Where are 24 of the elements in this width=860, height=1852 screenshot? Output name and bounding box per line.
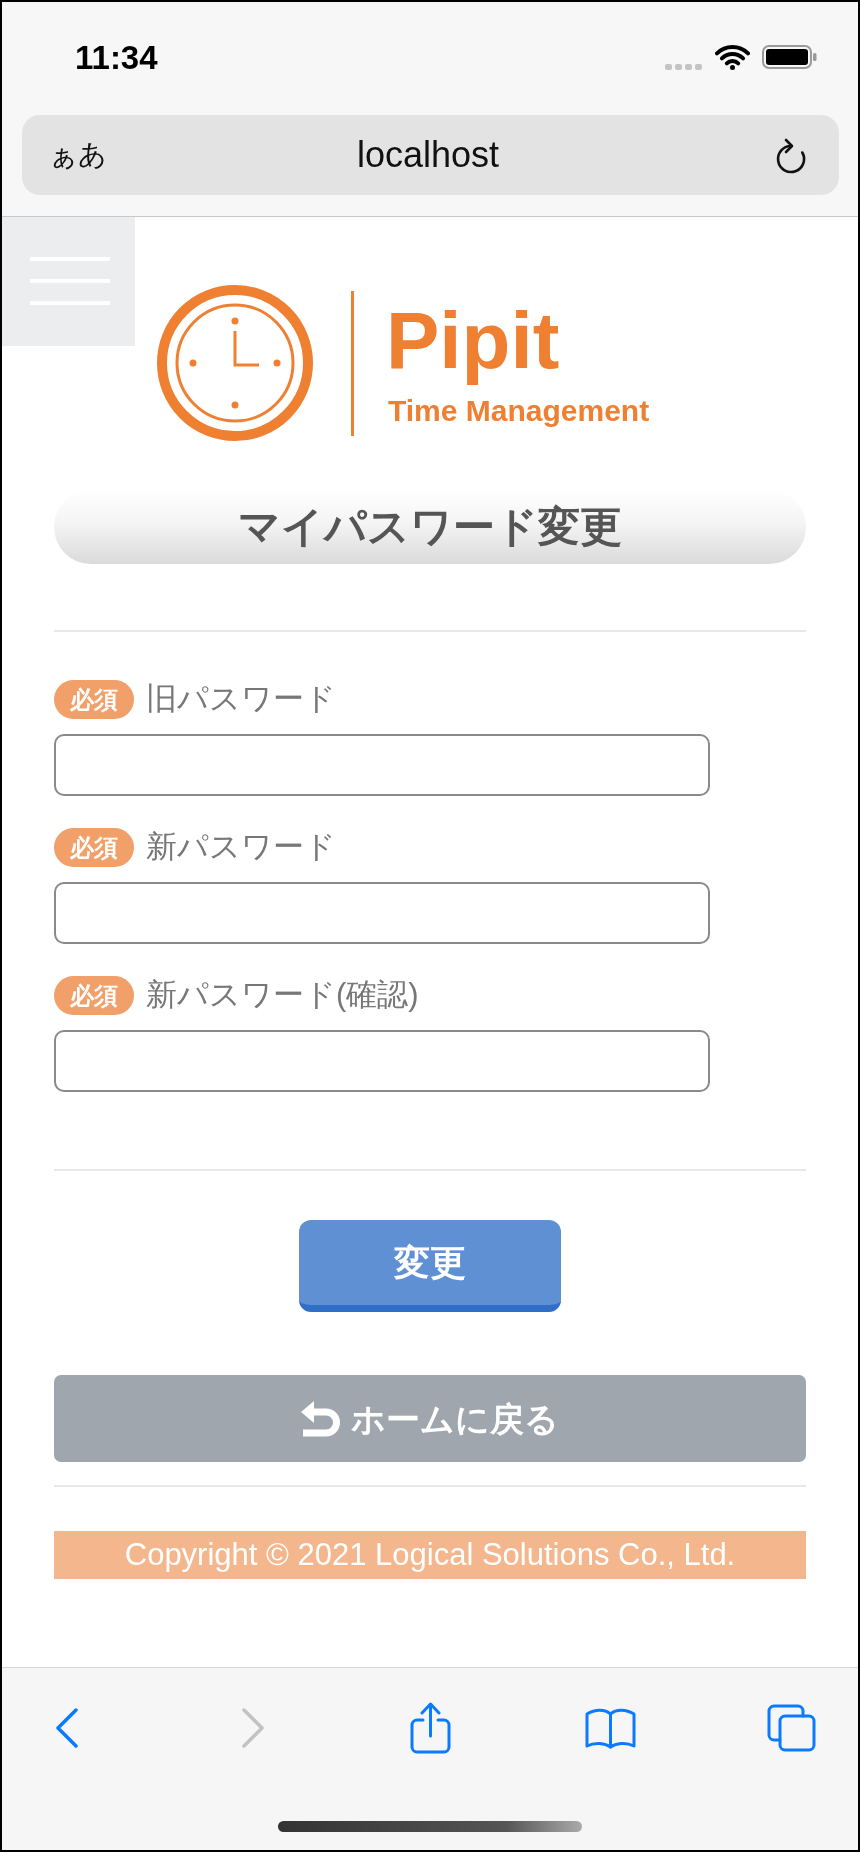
status-time: 11:34 <box>75 40 158 74</box>
field-label: 新パスワード(確認) <box>146 978 419 1013</box>
required-badge: 必須 <box>54 828 134 867</box>
open-book-icon[interactable] <box>585 1707 636 1749</box>
address-bar[interactable]: ぁあ localhost <box>22 115 839 195</box>
copyright-bar: Copyright © 2021 Logical Solutions Co., Ltd. <box>54 1531 806 1579</box>
field-label: 新パスワード <box>146 830 336 865</box>
battery-icon <box>762 45 817 69</box>
password-field[interactable] <box>54 734 710 796</box>
logo-tagline: Time Management <box>388 395 650 426</box>
share-icon[interactable] <box>410 1702 451 1754</box>
back-chevron-icon[interactable] <box>56 1708 78 1748</box>
clock-logo-icon <box>157 285 313 441</box>
tabs-icon[interactable] <box>767 1704 816 1752</box>
signal-dots-icon <box>665 64 702 70</box>
text-size-button[interactable]: ぁあ <box>49 139 107 171</box>
u-turn-arrow-icon <box>301 1400 340 1437</box>
wifi-icon <box>715 44 750 70</box>
url-text: localhost <box>356 135 500 175</box>
password-field[interactable] <box>54 1030 710 1092</box>
required-badge: 必須 <box>54 976 134 1015</box>
field-label: 旧パスワード <box>146 682 336 717</box>
password-field[interactable] <box>54 882 710 944</box>
required-badge: 必須 <box>54 680 134 719</box>
